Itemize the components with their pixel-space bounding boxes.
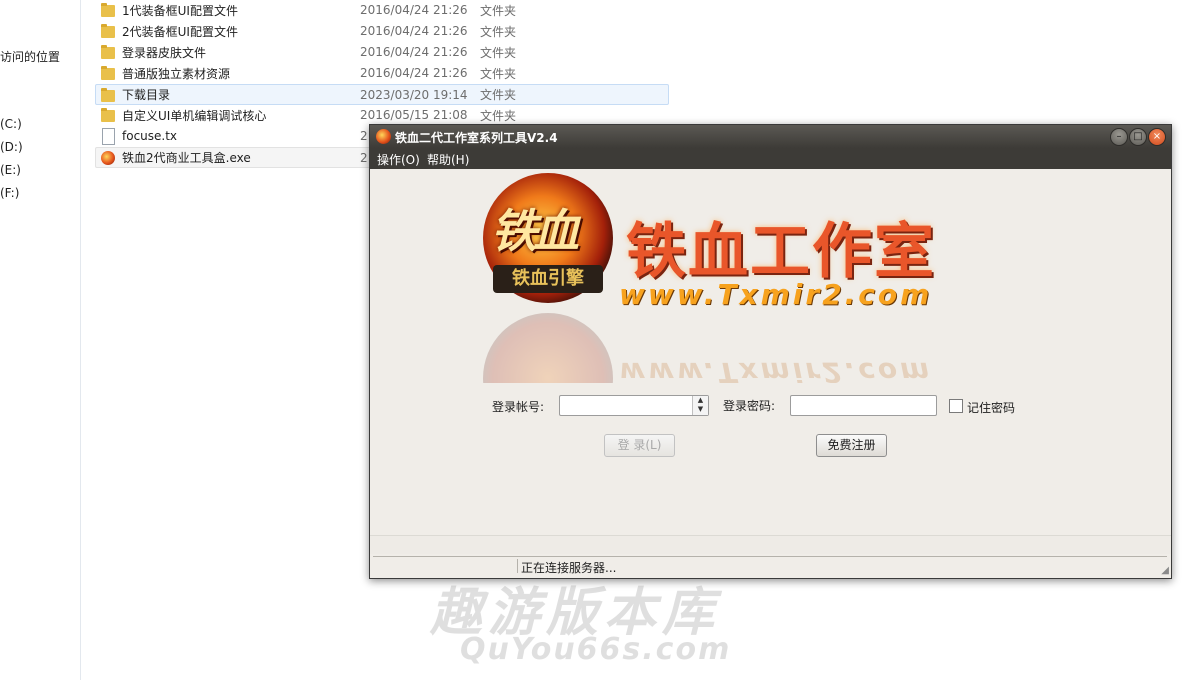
file-row[interactable]: 自定义UI单机编辑调试核心 2016/05/15 21:08 文件夹 <box>96 105 668 125</box>
nav-item-drive-e[interactable]: (E:) <box>0 163 21 177</box>
maximize-button[interactable]: □ <box>1129 128 1147 146</box>
brand-logo: 铁血 铁血引擎 铁血工作室 www.Txmir2.com www.Txmir2.… <box>483 173 993 383</box>
register-button[interactable]: 免费注册 <box>816 434 887 457</box>
file-type: 文件夹 <box>480 66 517 81</box>
remember-password-label[interactable]: 记住密码 <box>967 399 1015 416</box>
title-bar[interactable]: 铁血二代工作室系列工具V2.4 – □ × <box>370 125 1171 148</box>
emblem-reflection <box>483 313 613 383</box>
close-button[interactable]: × <box>1148 128 1166 146</box>
status-separator <box>370 535 1171 554</box>
emblem-subtitle: 铁血引擎 <box>493 265 603 293</box>
file-name: 登录器皮肤文件 <box>122 45 207 60</box>
minimize-button[interactable]: – <box>1110 128 1128 146</box>
file-date: 2 <box>360 150 368 165</box>
file-date: 2 <box>360 129 368 143</box>
file-row[interactable]: 普通版独立素材资源 2016/04/24 21:26 文件夹 <box>96 63 668 83</box>
file-date: 2016/04/24 21:26 <box>360 66 468 80</box>
brand-url: www.Txmir2.com <box>619 278 933 311</box>
watermark-url: QuYou66s.com <box>460 632 732 667</box>
file-type: 文件夹 <box>480 108 517 123</box>
folder-icon <box>100 44 116 60</box>
file-row[interactable]: 登录器皮肤文件 2016/04/24 21:26 文件夹 <box>96 42 668 62</box>
file-row[interactable]: 2代装备框UI配置文件 2016/04/24 21:26 文件夹 <box>96 21 668 41</box>
login-button[interactable]: 登 录(L) <box>604 434 675 457</box>
file-type: 文件夹 <box>480 88 517 102</box>
nav-item-drive-c[interactable]: (C:) <box>0 117 22 131</box>
login-panel: 铁血 铁血引擎 铁血工作室 www.Txmir2.com www.Txmir2.… <box>370 169 1171 535</box>
file-name: 1代装备框UI配置文件 <box>122 3 238 18</box>
app-icon <box>376 129 391 144</box>
folder-icon <box>100 23 116 39</box>
remember-password-checkbox[interactable] <box>949 399 963 413</box>
file-row[interactable]: 1代装备框UI配置文件 2016/04/24 21:26 文件夹 <box>96 0 668 20</box>
app-window: 铁血二代工作室系列工具V2.4 – □ × 操作(O) 帮助(H) 铁血 铁血引… <box>369 124 1172 579</box>
folder-icon <box>100 107 116 123</box>
menu-bar: 操作(O) 帮助(H) <box>370 148 1171 169</box>
menu-operation[interactable]: 操作(O) <box>377 151 420 168</box>
window-title: 铁血二代工作室系列工具V2.4 <box>395 131 558 145</box>
nav-item-drive-d[interactable]: (D:) <box>0 140 23 154</box>
document-icon <box>100 128 116 145</box>
file-date: 2023/03/20 19:14 <box>360 87 468 102</box>
file-name: 自定义UI单机编辑调试核心 <box>122 108 267 123</box>
emblem-logo: 铁血 铁血引擎 <box>483 173 613 303</box>
watermark: 趣游版本库 QuYou66s.com <box>430 570 770 675</box>
emblem-text: 铁血 <box>491 204 579 258</box>
file-name: 下载目录 <box>122 88 171 102</box>
file-date: 2016/04/24 21:26 <box>360 3 468 17</box>
app-icon <box>100 150 116 166</box>
account-label: 登录帐号: <box>492 400 545 414</box>
url-reflection: www.Txmir2.com <box>619 356 933 383</box>
menu-help[interactable]: 帮助(H) <box>427 151 469 168</box>
file-name: focuse.tx <box>122 129 178 143</box>
spin-arrows-icon[interactable]: ▲ ▼ <box>692 396 708 415</box>
account-combo[interactable]: ▲ ▼ <box>559 395 709 416</box>
resize-grip-icon[interactable]: ◢ <box>1161 565 1169 576</box>
file-date: 2016/04/24 21:26 <box>360 24 468 38</box>
password-input[interactable] <box>790 395 937 416</box>
folder-icon <box>100 65 116 81</box>
logo-reflection: www.Txmir2.com <box>483 313 993 383</box>
account-input[interactable] <box>562 397 688 412</box>
file-type: 文件夹 <box>480 24 517 39</box>
folder-icon <box>100 2 116 18</box>
navigation-pane <box>0 0 81 680</box>
brand-title: 铁血工作室 <box>626 217 936 287</box>
file-type: 文件夹 <box>480 3 517 18</box>
folder-icon <box>100 87 116 103</box>
file-name: 普通版独立素材资源 <box>122 66 231 81</box>
file-name: 2代装备框UI配置文件 <box>122 24 238 39</box>
file-name: 铁血2代商业工具盒.exe <box>122 151 251 165</box>
file-date: 2016/04/24 21:26 <box>360 45 468 59</box>
file-type: 文件夹 <box>480 45 517 60</box>
file-date: 2016/05/15 21:08 <box>360 108 468 122</box>
nav-item-drive-f[interactable]: (F:) <box>0 186 19 200</box>
nav-item-recent-places[interactable]: 访问的位置 <box>0 48 60 65</box>
file-row-selected[interactable]: 下载目录 2023/03/20 19:14 文件夹 <box>95 84 669 105</box>
password-label: 登录密码: <box>723 399 776 413</box>
